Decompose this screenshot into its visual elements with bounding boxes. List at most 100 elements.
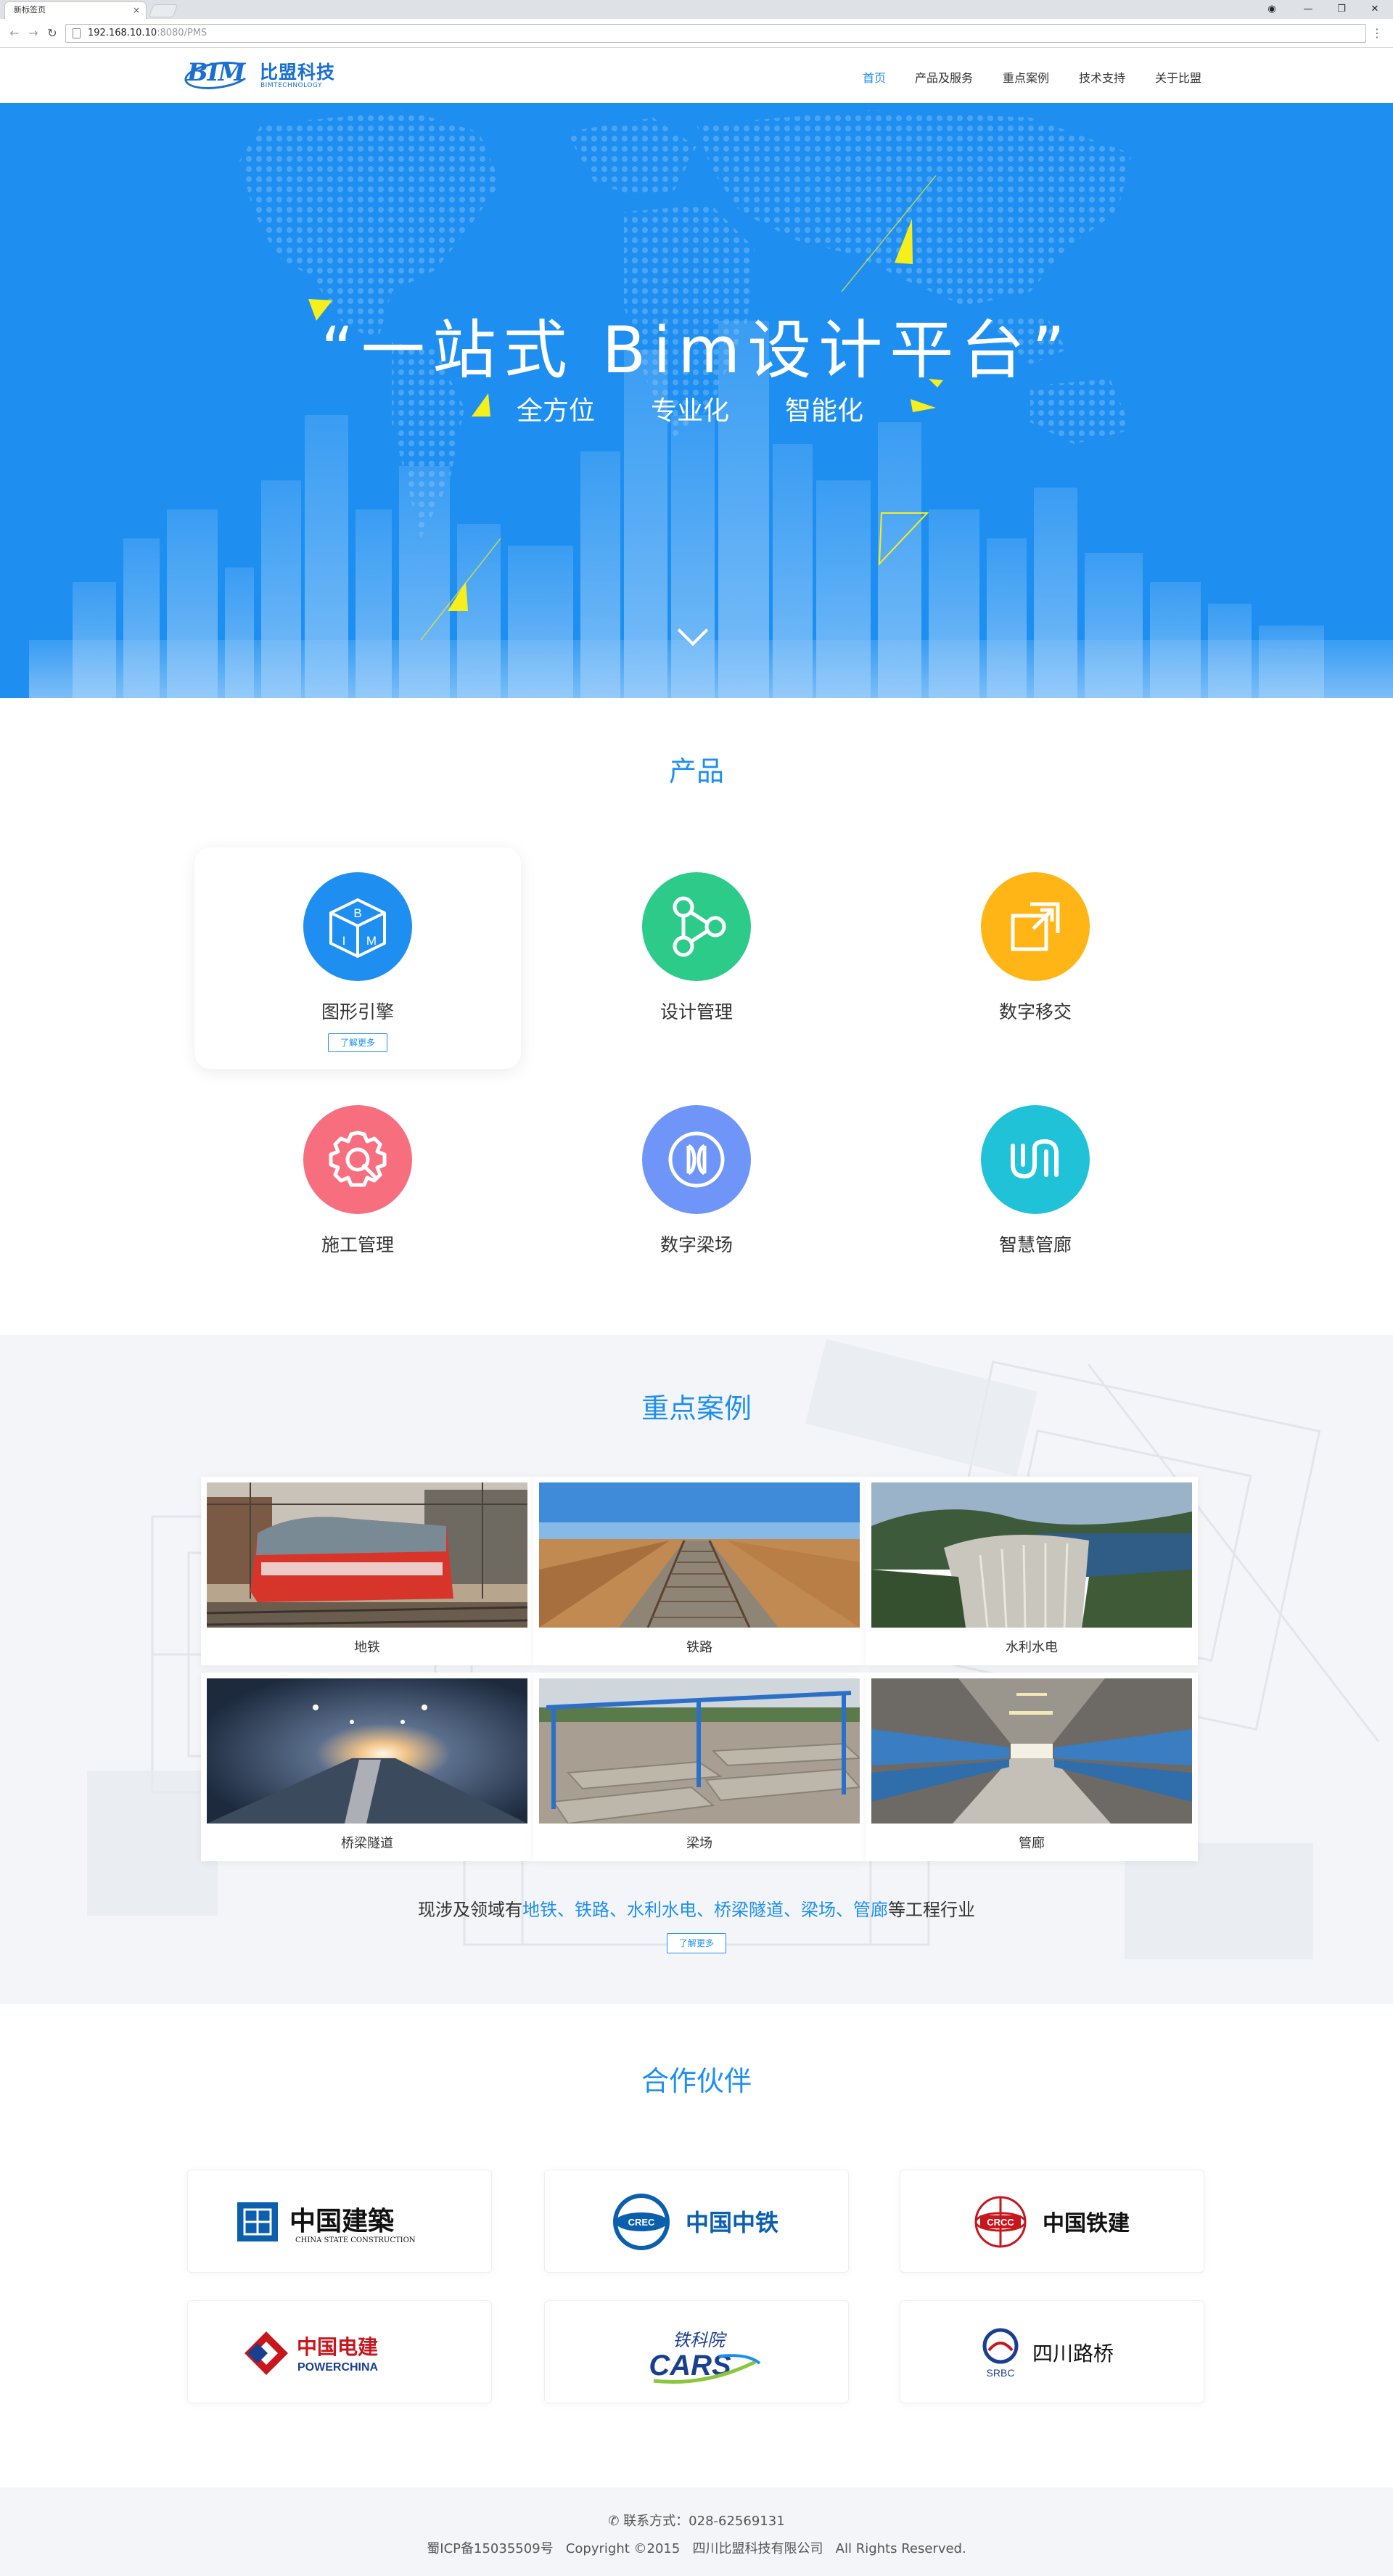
beam-field-icon	[642, 1105, 751, 1214]
metro-train-image	[207, 1482, 527, 1628]
icp-number[interactable]: 蜀ICP备15035509号	[427, 2541, 553, 2556]
nav-about[interactable]: 关于比盟	[1155, 68, 1201, 86]
rights-text: All Rights Reserved.	[835, 2541, 966, 2556]
product-name: 智慧管廊	[998, 1234, 1072, 1255]
case-card-metro[interactable]: 地铁	[201, 1477, 533, 1665]
tab-close-icon[interactable]: ×	[133, 2, 140, 18]
partner-name-en: SRBC	[987, 2367, 1015, 2379]
hero-sub-3: 智能化	[785, 396, 864, 426]
browser-menu-icon[interactable]: ⋮	[1371, 26, 1383, 40]
product-design-management[interactable]: 设计管理	[595, 872, 798, 1024]
partner-name-en: POWERCHINA	[297, 2361, 379, 2374]
transfer-icon	[981, 872, 1090, 981]
case-label: 梁场	[686, 1836, 712, 1851]
nav-home[interactable]: 首页	[863, 68, 886, 86]
cases-learn-more-button[interactable]: 了解更多	[667, 1933, 726, 1953]
browser-tab[interactable]: 新标签页 ×	[4, 1, 147, 19]
product-name: 数字移交	[998, 1001, 1072, 1022]
bim-letter-b: B	[353, 906, 361, 920]
reload-icon[interactable]: ↻	[45, 26, 59, 40]
back-icon[interactable]: ←	[7, 26, 22, 40]
case-card-beam-yard[interactable]: 梁场	[533, 1673, 866, 1861]
partner-cscec[interactable]: 中国建築 CHINA STATE CONSTRUCTION	[187, 2170, 492, 2273]
case-label: 铁路	[686, 1640, 712, 1655]
case-label: 水利水电	[1006, 1640, 1058, 1655]
crec-logo: CREC 中国中铁	[613, 2194, 778, 2250]
partner-cars[interactable]: 铁科院 CARS	[544, 2300, 849, 2403]
cases-title: 重点案例	[641, 1392, 752, 1424]
hero-title: “一站式 Bim设计平台”	[321, 313, 1072, 387]
browser-toolbar: ← → ↻ 192.168.10.10:8080/PMS ⋮	[0, 19, 1393, 48]
srbc-logo: SRBC 四川路桥	[982, 2328, 1114, 2379]
footer-contact: ✆ 联系方式：028-62569131	[0, 2511, 1393, 2530]
summary-suffix: 等工程行业	[888, 1900, 975, 1920]
product-name: 施工管理	[321, 1234, 394, 1255]
page-icon	[73, 28, 81, 38]
cscec-logo: 中国建築 CHINA STATE CONSTRUCTION	[237, 2202, 416, 2244]
partner-crcc[interactable]: CRCC 中国铁建	[900, 2170, 1204, 2273]
hero-banner: “一站式 Bim设计平台” 全方位 专业化 智能化	[0, 103, 1393, 698]
learn-more-button[interactable]: 了解更多	[328, 1033, 387, 1052]
product-graphics-engine[interactable]: B I M 图形引擎 了解更多	[256, 872, 459, 1052]
logo-en: BIMTECHNOLOGY	[260, 82, 322, 89]
contact-phone: 028-62569131	[689, 2514, 785, 2529]
bim-letter-m: M	[366, 934, 377, 948]
nav-products[interactable]: 产品及服务	[915, 68, 973, 86]
copyright-text: Copyright ©2015	[565, 2541, 681, 2556]
pipe-gallery-icon	[981, 1105, 1090, 1214]
gear-wrench-icon	[303, 1105, 412, 1214]
address-bar[interactable]: 192.168.10.10:8080/PMS	[65, 24, 1366, 43]
case-card-hydro[interactable]: 水利水电	[866, 1477, 1198, 1665]
contact-label: 联系方式：	[623, 2514, 689, 2529]
site-footer: ✆ 联系方式：028-62569131 蜀ICP备15035509号 Copyr…	[0, 2487, 1393, 2576]
summary-prefix: 现涉及领域有	[418, 1900, 522, 1920]
company-logo[interactable]: BIM 比盟科技 BIMTECHNOLOGY	[182, 57, 340, 94]
partner-name-cn: 中国铁建	[1043, 2211, 1130, 2236]
partner-abbr: CREC	[628, 2217, 655, 2228]
products-title: 产品	[668, 755, 724, 787]
cars-logo: 铁科院 CARS	[649, 2330, 761, 2384]
partners-title: 合作伙伴	[641, 2065, 752, 2097]
crcc-logo: CRCC 中国铁建	[974, 2196, 1130, 2248]
product-digital-beam-field[interactable]: 数字梁场	[595, 1105, 798, 1257]
partner-name-cn: 四川路桥	[1032, 2342, 1114, 2366]
browser-tab-bar: 新标签页 × ◉ — ❐ ✕	[0, 0, 1393, 19]
bim-cube-icon: B I M	[303, 872, 412, 981]
industries-summary: 现涉及领域有地铁、铁路、水利水电、桥梁隧道、梁场、管廊等工程行业	[0, 1895, 1393, 1921]
partner-crec[interactable]: CREC 中国中铁	[544, 2170, 849, 2273]
partner-abbr: CRCC	[987, 2217, 1014, 2228]
share-nodes-icon	[642, 872, 751, 981]
hero-sub-2: 专业化	[651, 396, 730, 426]
url-path: :8080/PMS	[157, 28, 207, 38]
case-label: 管廊	[1019, 1836, 1045, 1851]
nav-cases[interactable]: 重点案例	[1003, 68, 1049, 86]
beam-yard-image	[539, 1678, 860, 1824]
hero-sub-1: 全方位	[517, 396, 596, 426]
new-tab-button[interactable]	[148, 4, 178, 17]
product-construction-management[interactable]: 施工管理	[256, 1105, 459, 1257]
user-icon[interactable]: ◉	[1255, 0, 1289, 19]
partner-srbc[interactable]: SRBC 四川路桥	[900, 2300, 1204, 2403]
footer-copyright: 蜀ICP备15035509号 Copyright ©2015 四川比盟科技有限公…	[0, 2538, 1393, 2557]
case-card-railway[interactable]: 铁路	[533, 1477, 866, 1665]
forward-icon[interactable]: →	[26, 26, 41, 40]
case-label: 桥梁隧道	[341, 1836, 393, 1851]
site-header: BIM 比盟科技 BIMTECHNOLOGY 首页 产品及服务 重点案例 技术支…	[0, 48, 1393, 103]
case-card-tunnel[interactable]: 桥梁隧道	[201, 1673, 533, 1861]
close-window-icon[interactable]: ✕	[1358, 0, 1392, 19]
bim-letter-i: I	[342, 934, 346, 948]
partner-powerchina[interactable]: 中国电建 POWERCHINA	[187, 2300, 492, 2403]
case-card-pipe-corridor[interactable]: 管廊	[866, 1673, 1198, 1861]
partner-name-cn: 中国电建	[297, 2335, 378, 2359]
product-smart-pipe-gallery[interactable]: 智慧管廊	[934, 1105, 1137, 1257]
product-name: 设计管理	[659, 1001, 733, 1022]
product-digital-handover[interactable]: 数字移交	[934, 872, 1137, 1024]
product-name: 数字梁场	[659, 1234, 733, 1255]
product-name: 图形引擎	[321, 1001, 394, 1022]
minimize-icon[interactable]: —	[1291, 0, 1325, 19]
nav-support[interactable]: 技术支持	[1079, 68, 1125, 86]
partner-name-cn: 铁科院	[673, 2330, 728, 2350]
restore-icon[interactable]: ❐	[1325, 0, 1358, 19]
case-label: 地铁	[354, 1640, 380, 1655]
partner-name-cn: 中国中铁	[686, 2209, 778, 2236]
